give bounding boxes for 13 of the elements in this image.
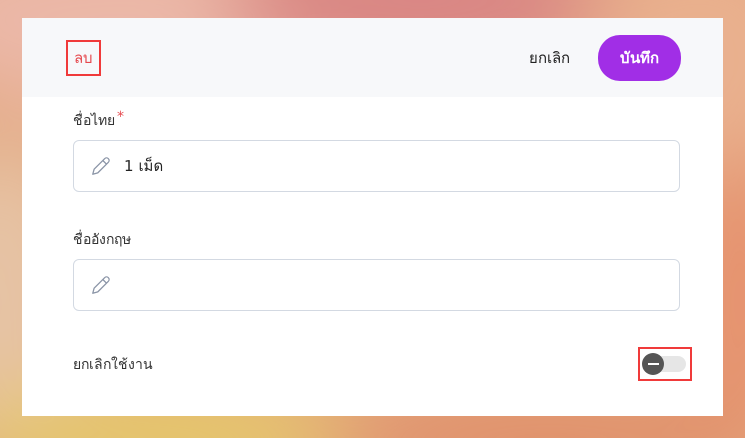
input-field[interactable]: 1 เม็ด xyxy=(73,140,680,192)
toggle-label: ยกเลิกใช้งาน xyxy=(73,356,153,375)
cancel-button[interactable]: ยกเลิก xyxy=(521,38,578,78)
delete-button[interactable]: ลบ xyxy=(68,42,99,74)
field-label: ชื่ออังกฤษ xyxy=(73,228,131,250)
required-mark: * xyxy=(117,109,124,127)
field-value: 1 เม็ด xyxy=(124,156,164,177)
pencil-icon xyxy=(90,274,112,296)
field-label: ชื่อไทย xyxy=(73,109,115,131)
input-field[interactable] xyxy=(73,259,680,311)
save-button[interactable]: บันทึก xyxy=(598,34,681,80)
toggle-switch[interactable] xyxy=(643,353,687,375)
pencil-icon xyxy=(90,155,112,177)
